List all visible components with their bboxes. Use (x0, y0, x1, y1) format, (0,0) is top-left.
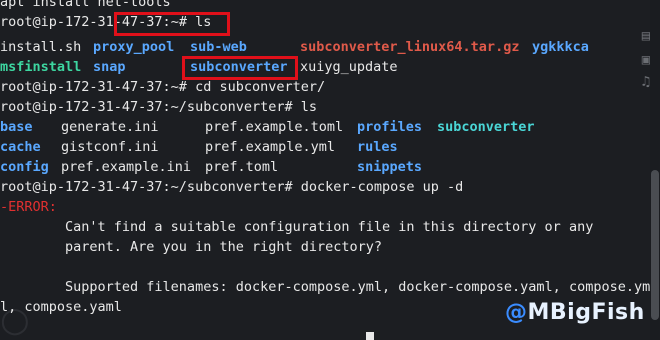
ls-entry: pref.example.toml (205, 119, 344, 135)
ls-entry: xuiyg_update (300, 59, 398, 75)
scrollbar-thumb[interactable] (651, 170, 659, 320)
ls-entry: config (0, 159, 49, 175)
ls-entry: msfinstall (0, 59, 82, 75)
terminal-line: msfinstall snap subconverter xuiyg_update (0, 57, 398, 77)
highlight-box-subconverter (182, 56, 298, 80)
terminal-error-line: -ERROR: (0, 199, 57, 215)
terminal-line: install.sh proxy_pool sub-web subconverter_… (0, 37, 589, 57)
terminal-line: config pref.example.ini pref.toml snippets (0, 157, 422, 177)
ls-entry: pref.toml (205, 159, 279, 175)
ls-entry: sub-web (190, 39, 247, 55)
ls-entry: proxy_pool (93, 39, 175, 55)
scrollbar[interactable] (650, 0, 660, 340)
ls-entry: gistconf.ini (61, 139, 159, 155)
ls-entry: pref.example.yml (205, 139, 336, 155)
terminal-line: root@ip-172-31-47-37:~# cd subconverter/ (0, 79, 326, 95)
terminal-line: root@ip-172-31-47-37:~/subconverter# doc… (0, 179, 464, 195)
ls-entry: ygkkkca (532, 39, 589, 55)
ls-entry: install.sh (0, 39, 82, 55)
terminal-window[interactable]: ○ apt install net-tools root@ip-172-31-4… (0, 0, 660, 340)
ls-entry: cache (0, 139, 41, 155)
ls-entry: generate.ini (61, 119, 159, 135)
terminal-line: root@ip-172-31-47-37:~/subconverter# ls (0, 99, 317, 115)
terminal-line: parent. Are you in the right directory? (0, 239, 383, 255)
terminal-line: Supported filenames: docker-compose.yml,… (0, 279, 651, 295)
ls-entry: base (0, 119, 33, 135)
ls-entry: snippets (357, 159, 423, 175)
ls-entry: pref.example.ini (61, 159, 192, 175)
ls-entry: subconverter_linux64.tar.gz (300, 39, 520, 55)
terminal-cursor (366, 332, 374, 340)
terminal-line: base generate.ini pref.example.toml profile… (0, 117, 535, 137)
terminal-line: cache gistconf.ini pref.example.yml rules (0, 137, 398, 157)
terminal-line: apt install net-tools (0, 0, 171, 10)
watermark: @MBigFish (505, 300, 645, 325)
highlight-box-prompt (114, 12, 230, 36)
ls-entry: profiles (357, 119, 423, 135)
ls-entry: snap (93, 59, 126, 75)
terminal-line: l, compose.yaml (0, 299, 122, 315)
ls-entry: subconverter (437, 119, 535, 135)
terminal-line: Can't find a suitable configuration file… (0, 219, 594, 235)
ls-entry: rules (357, 139, 398, 155)
